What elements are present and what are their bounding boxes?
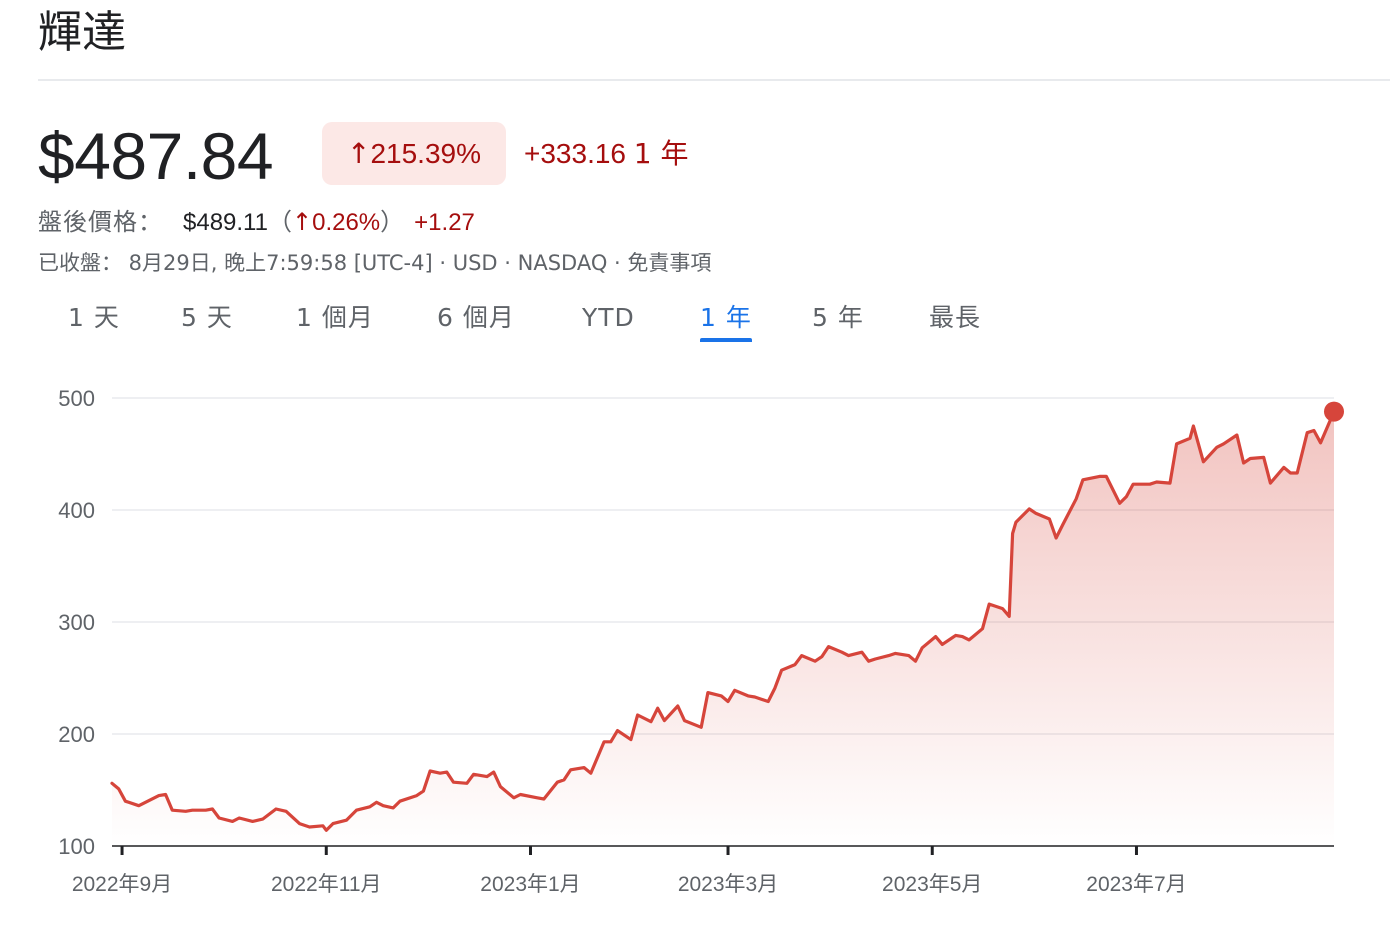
tab-1-day[interactable]: 1 天: [68, 296, 120, 340]
x-tick-label: 2023年3月: [678, 873, 778, 896]
tab-label: 最長: [929, 303, 982, 332]
tab-5-year[interactable]: 5 年: [812, 296, 864, 340]
after-hours-paren-close: ）: [380, 208, 405, 236]
change-percent-chip: ↑ 215.39%: [322, 122, 506, 185]
x-tick-label: 2023年7月: [1086, 873, 1186, 896]
tab-label: 5 天: [181, 303, 233, 332]
tab-max[interactable]: 最長: [929, 296, 981, 340]
tab-5-day[interactable]: 5 天: [181, 296, 233, 340]
after-hours-percent: 0.26%: [312, 209, 381, 236]
header-divider: [38, 79, 1390, 81]
tab-label: YTD: [582, 303, 635, 332]
tab-ytd[interactable]: YTD: [582, 296, 635, 340]
page-title: 輝達: [38, 7, 126, 58]
tab-1-month[interactable]: 1 個月: [296, 296, 374, 340]
x-tick-label: 2023年1月: [480, 873, 580, 896]
current-price-marker: [1324, 401, 1344, 422]
price-area-fill: [112, 411, 1334, 846]
quote-meta: 已收盤： 8月29日, 晚上7:59:58 [UTC-4] · USD · NA…: [38, 251, 712, 275]
change-value-row: +333.16 1 年: [524, 134, 689, 174]
y-tick-label: 200: [58, 722, 95, 747]
y-tick-label: 500: [58, 386, 95, 411]
tab-label: 5 年: [812, 303, 864, 332]
current-price: $487.84: [38, 119, 274, 193]
range-tabs: 1 天 5 天 1 個月 6 個月 YTD 1 年 5 年 最長: [38, 296, 1038, 346]
change-value: +333.16: [524, 138, 626, 169]
y-tick-label: 400: [58, 498, 95, 523]
after-hours-paren-open: （: [267, 208, 292, 236]
tab-label: 1 天: [68, 303, 120, 332]
arrow-up-icon: ↑: [346, 137, 371, 170]
x-tick-label: 2022年11月: [271, 873, 382, 896]
tab-1-year[interactable]: 1 年: [700, 296, 752, 342]
active-tab-indicator: [700, 338, 752, 342]
tab-6-month[interactable]: 6 個月: [437, 296, 515, 340]
y-tick-label: 100: [58, 834, 95, 859]
tab-label: 1 年: [700, 303, 752, 332]
tab-label: 6 個月: [437, 303, 515, 332]
change-period: 1 年: [633, 137, 689, 170]
after-hours-label: 盤後價格：: [38, 208, 163, 236]
tab-label: 1 個月: [296, 303, 374, 332]
after-hours-change: +1.27: [414, 209, 475, 236]
after-hours-row: 盤後價格： $489.11（↑0.26%） +1.27: [38, 202, 475, 243]
after-hours-price: $489.11: [183, 209, 268, 236]
y-tick-label: 300: [58, 610, 95, 635]
arrow-up-icon: ↑: [291, 208, 313, 236]
x-tick-label: 2022年9月: [72, 873, 172, 896]
price-chart[interactable]: 100 200 300 400 500 2022年9月 2022年11月 2023年1月 20…: [0, 360, 1390, 926]
change-percent: 215.39%: [370, 137, 481, 169]
x-tick-label: 2023年5月: [882, 873, 982, 896]
